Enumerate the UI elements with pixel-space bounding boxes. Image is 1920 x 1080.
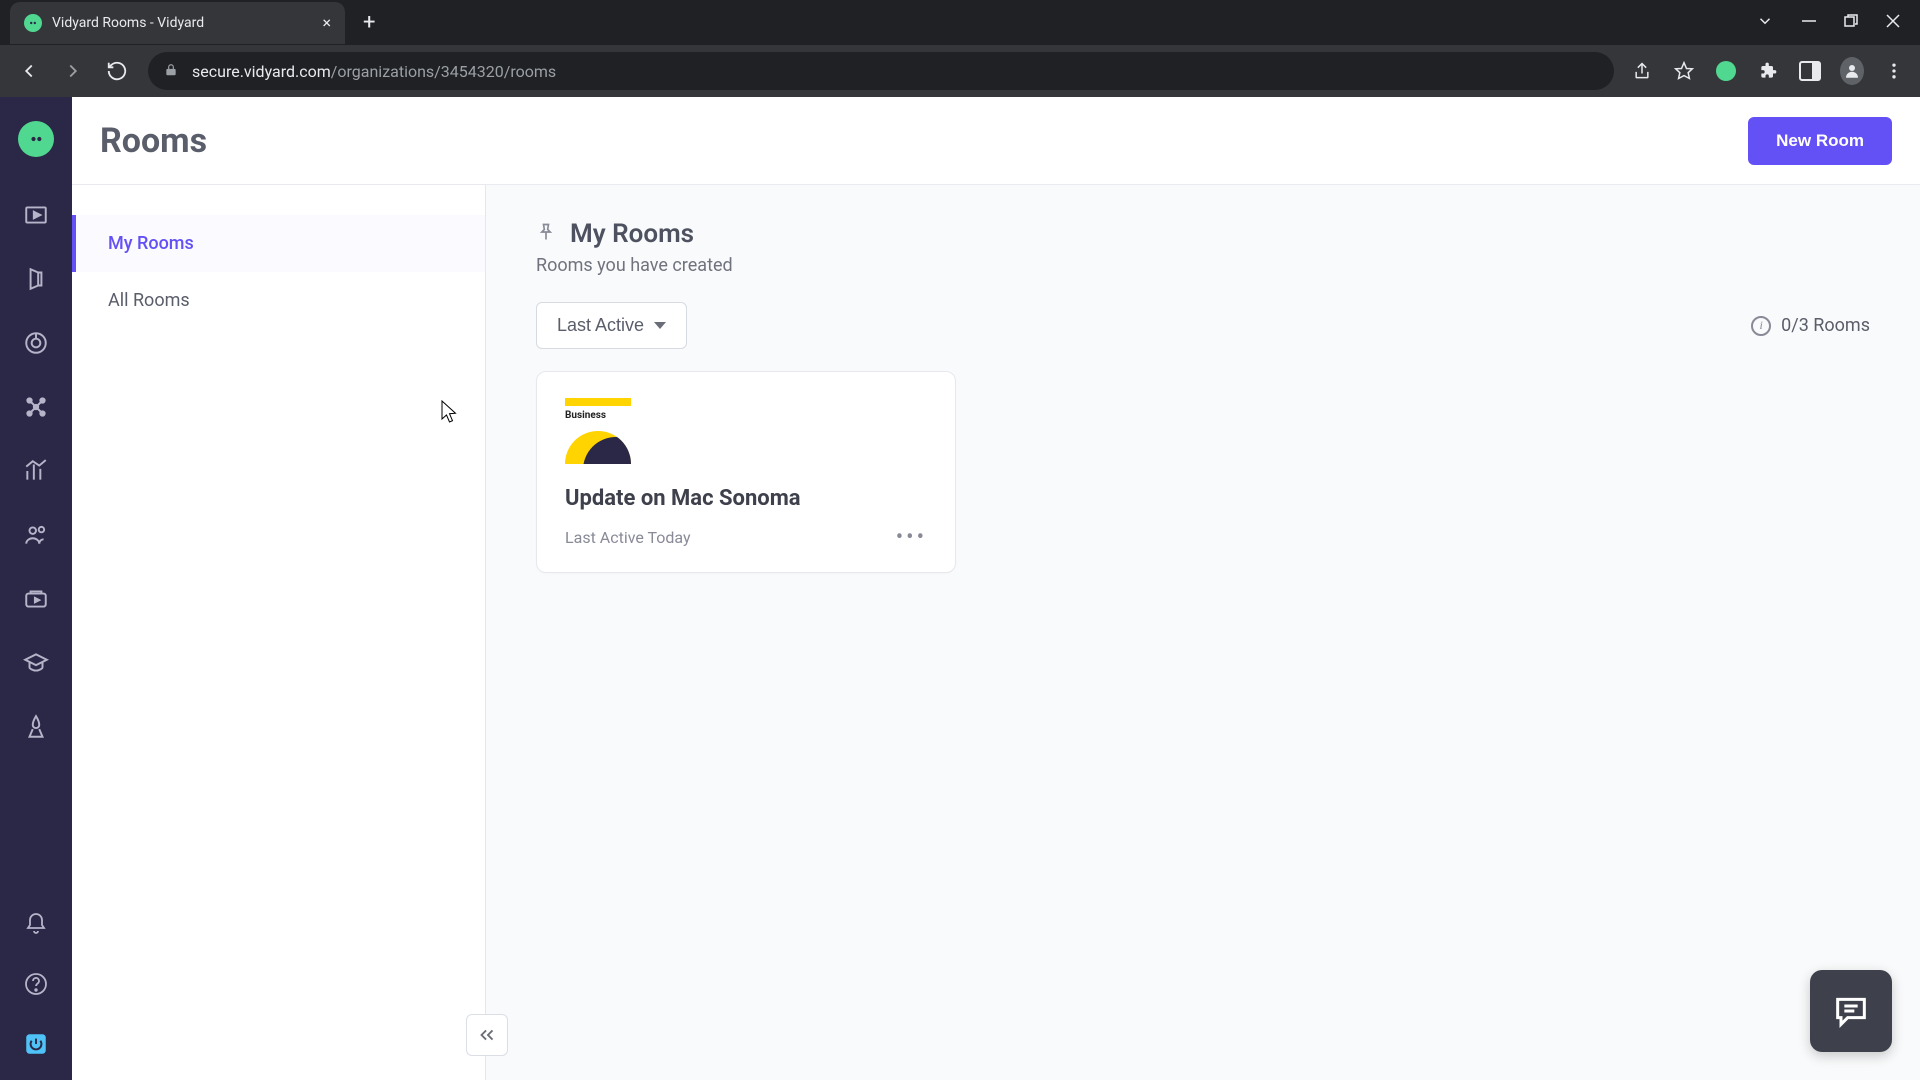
subnav-all-rooms[interactable]: All Rooms (72, 272, 485, 329)
help-icon[interactable] (20, 968, 52, 1000)
minimize-icon[interactable] (1802, 13, 1816, 32)
pin-icon (536, 222, 556, 246)
room-card[interactable]: Business Update on Mac Sonoma Last Activ… (536, 371, 956, 573)
section-title: My Rooms (570, 219, 694, 249)
section-subtitle: Rooms you have created (536, 255, 1870, 276)
library-icon[interactable] (20, 199, 52, 231)
forward-button[interactable] (54, 52, 92, 90)
back-button[interactable] (10, 52, 48, 90)
tab-favicon-icon (24, 14, 42, 32)
new-room-button[interactable]: New Room (1748, 117, 1892, 165)
sort-dropdown[interactable]: Last Active (536, 302, 687, 349)
notifications-icon[interactable] (20, 908, 52, 940)
profile-avatar-icon[interactable] (1840, 59, 1864, 83)
main-content: My Rooms Rooms you have created Last Act… (486, 185, 1920, 1080)
sort-label: Last Active (557, 315, 644, 336)
chat-support-button[interactable] (1810, 970, 1892, 1052)
close-tab-icon[interactable]: × (322, 13, 331, 32)
close-window-icon[interactable] (1886, 13, 1900, 32)
collapse-sidebar-button[interactable] (466, 1014, 508, 1056)
subnav-my-rooms[interactable]: My Rooms (72, 215, 485, 272)
page-header: Rooms New Room (72, 97, 1920, 185)
room-count: i 0/3 Rooms (1751, 315, 1870, 336)
extensions-puzzle-icon[interactable] (1756, 59, 1780, 83)
room-cards: Business Update on Mac Sonoma Last Activ… (536, 371, 1870, 573)
page-title: Rooms (100, 121, 207, 161)
analytics-icon[interactable] (20, 455, 52, 487)
toolbar-row: Last Active i 0/3 Rooms (536, 302, 1870, 349)
kebab-menu-icon[interactable] (1882, 59, 1906, 83)
browser-toolbar: secure.vidyard.com/organizations/3454320… (0, 45, 1920, 97)
power-icon[interactable] (20, 1028, 52, 1060)
url-path: /organizations/3454320/rooms (331, 62, 556, 81)
room-count-text: 0/3 Rooms (1781, 315, 1870, 336)
share-icon[interactable] (1630, 59, 1654, 83)
address-bar[interactable]: secure.vidyard.com/organizations/3454320… (148, 52, 1614, 90)
section-header: My Rooms (536, 219, 1870, 249)
lock-icon (164, 62, 178, 81)
hub-icon[interactable] (20, 327, 52, 359)
learn-icon[interactable] (20, 647, 52, 679)
new-tab-button[interactable]: + (363, 10, 375, 35)
side-panel-icon[interactable] (1798, 59, 1822, 83)
more-menu-icon[interactable]: ••• (896, 525, 927, 550)
room-meta: Last Active Today (565, 528, 691, 547)
maximize-icon[interactable] (1844, 13, 1858, 32)
integrations-icon[interactable] (20, 391, 52, 423)
app-root: Rooms New Room My Rooms All Rooms My Roo… (0, 97, 1920, 1080)
team-icon[interactable] (20, 519, 52, 551)
thumb-label: Business (565, 410, 606, 421)
url-host: secure.vidyard.com (192, 62, 331, 81)
channels-icon[interactable] (20, 583, 52, 615)
rooms-icon[interactable] (20, 263, 52, 295)
tab-search-icon[interactable] (1756, 12, 1774, 34)
app-logo[interactable] (18, 121, 54, 157)
icon-rail (0, 97, 72, 1080)
browser-tab[interactable]: Vidyard Rooms - Vidyard × (10, 2, 345, 44)
bookmark-star-icon[interactable] (1672, 59, 1696, 83)
rooms-subnav: My Rooms All Rooms (72, 185, 486, 1080)
window-controls (1756, 12, 1920, 34)
content-column: Rooms New Room My Rooms All Rooms My Roo… (72, 97, 1920, 1080)
reload-button[interactable] (98, 52, 136, 90)
extension-vidyard-icon[interactable] (1714, 59, 1738, 83)
tab-title: Vidyard Rooms - Vidyard (52, 15, 322, 31)
room-thumbnail: Business (565, 398, 631, 464)
browser-actions (1626, 59, 1910, 83)
room-name: Update on Mac Sonoma (565, 486, 927, 511)
chevron-down-icon (654, 322, 666, 329)
upgrade-icon[interactable] (20, 711, 52, 743)
info-icon[interactable]: i (1751, 316, 1771, 336)
browser-tab-strip: Vidyard Rooms - Vidyard × + (0, 0, 1920, 45)
